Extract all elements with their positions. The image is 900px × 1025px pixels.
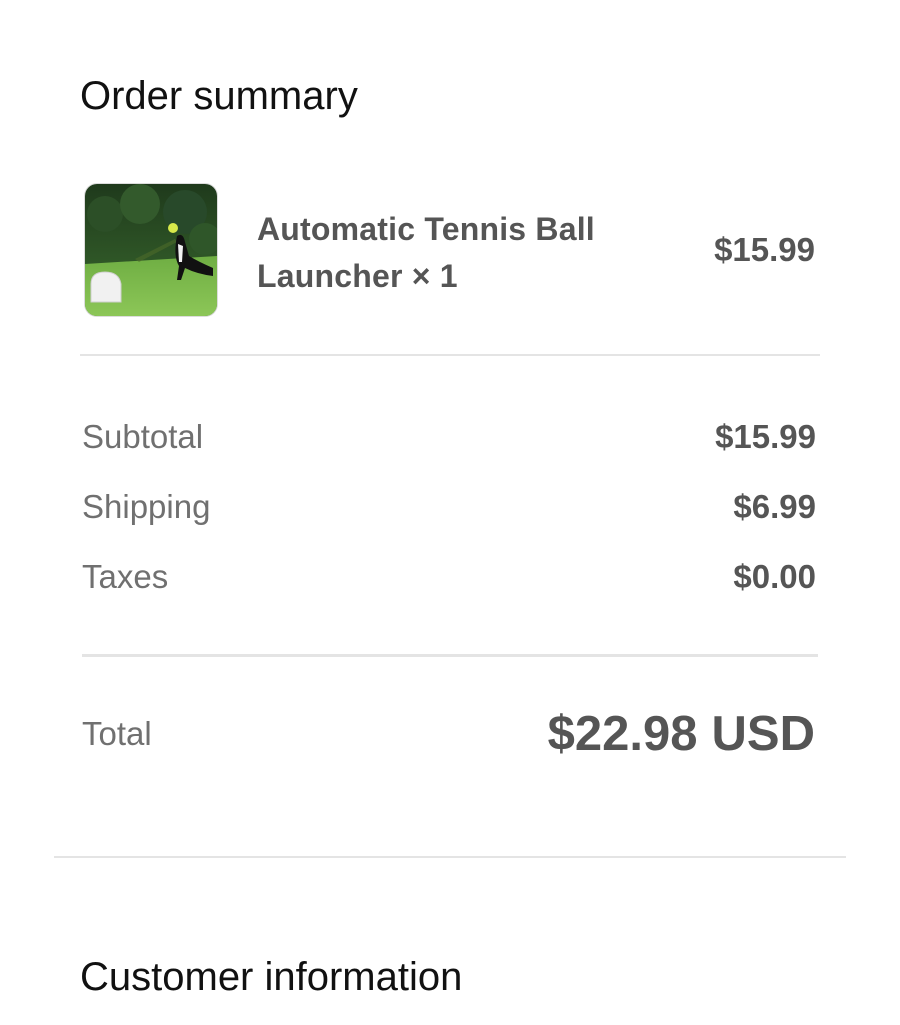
line-item-name: Automatic Tennis Ball Launcher × 1 <box>257 206 647 300</box>
total-currency: USD <box>711 707 815 761</box>
taxes-label: Taxes <box>82 558 169 595</box>
section-divider <box>54 856 846 858</box>
line-item-price: $15.99 <box>714 231 815 268</box>
taxes-value: $0.00 <box>733 558 816 595</box>
total-value: $22.98 USD <box>548 710 815 759</box>
line-item-quantity: × 1 <box>411 258 458 294</box>
customer-information-title: Customer information <box>80 955 463 999</box>
shipping-label: Shipping <box>82 488 211 525</box>
subtotal-value: $15.99 <box>715 418 816 455</box>
total-label: Total <box>82 715 152 752</box>
subtotal-label: Subtotal <box>82 418 204 455</box>
product-thumbnail[interactable] <box>85 184 217 316</box>
shipping-value: $6.99 <box>733 488 816 525</box>
product-photo-icon <box>85 184 217 316</box>
divider <box>82 654 818 657</box>
total-amount: $22.98 <box>547 707 698 761</box>
divider <box>80 354 820 356</box>
order-summary-title: Order summary <box>80 74 358 118</box>
